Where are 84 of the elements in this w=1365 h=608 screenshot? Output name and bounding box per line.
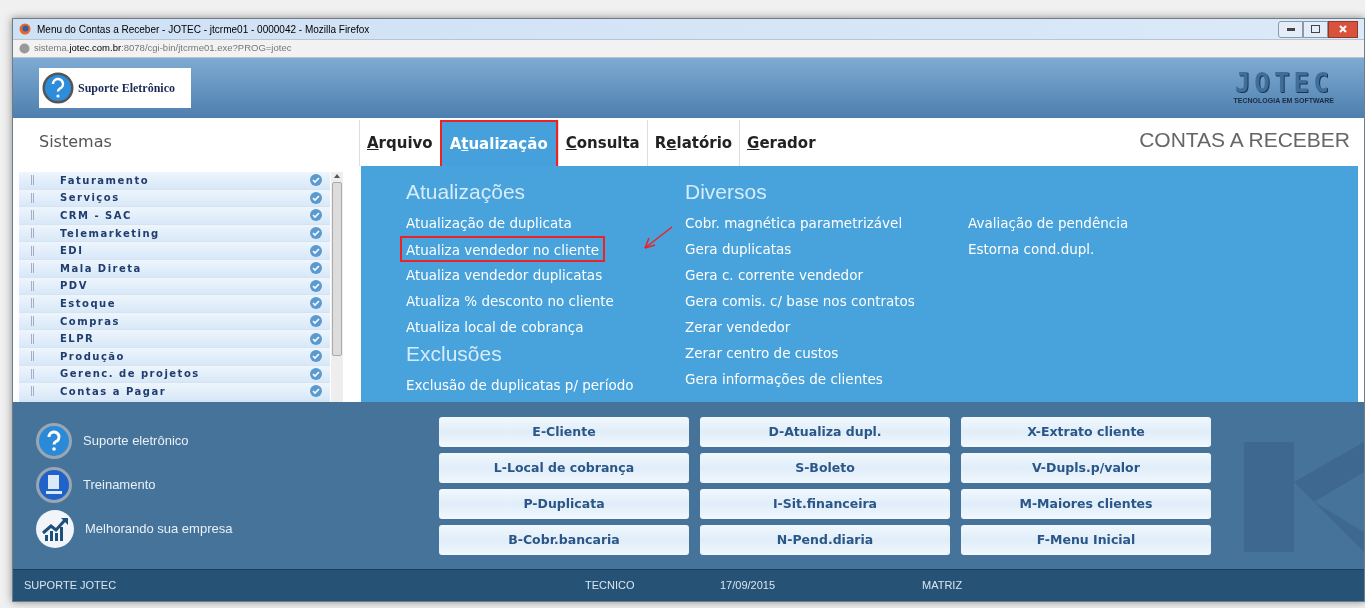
grip-icon xyxy=(31,245,34,256)
shortcut-button[interactable]: V-Dupls.p/valor xyxy=(961,453,1211,483)
close-icon xyxy=(1339,25,1347,33)
check-icon xyxy=(310,315,322,328)
grip-icon xyxy=(31,351,34,362)
page-title: CONTAS A RECEBER xyxy=(1139,127,1350,153)
sidebar-item[interactable]: Serviços xyxy=(19,189,330,207)
globe-icon xyxy=(19,43,30,54)
sidebar-title: Sistemas xyxy=(39,131,112,153)
section-heading: Exclusões xyxy=(406,341,503,367)
check-icon xyxy=(310,191,322,204)
shortcut-button[interactable]: I-Sit.financeira xyxy=(700,489,950,519)
grip-icon xyxy=(31,228,34,239)
maximize-icon xyxy=(1311,25,1320,33)
check-icon xyxy=(310,244,322,257)
check-icon xyxy=(310,279,322,292)
check-icon xyxy=(310,297,322,310)
sidebar-item[interactable]: Produção xyxy=(19,347,330,365)
grip-icon xyxy=(31,210,34,221)
sidebar-item[interactable]: Estoque xyxy=(19,295,330,312)
check-icon xyxy=(310,350,322,363)
sidebar-item[interactable]: Gerenc. de projetos xyxy=(19,365,330,383)
scroll-thumb[interactable] xyxy=(332,182,342,356)
shortcut-button[interactable]: D-Atualiza dupl. xyxy=(700,417,950,447)
address-bar[interactable]: sistema.jotec.com.br:8078/cgi-bin/jtcrme01.exe?PROG=jotec xyxy=(34,41,292,56)
help-icon xyxy=(35,422,73,460)
logo-text: JOTEC xyxy=(1234,69,1333,96)
maximize-button[interactable] xyxy=(1303,20,1328,38)
sidebar-item[interactable]: Mala Direta xyxy=(19,259,330,277)
sidebar-item[interactable]: Telemarketing xyxy=(19,224,330,242)
help-link[interactable]: Melhorando sua empresa xyxy=(85,519,233,539)
shortcut-button[interactable]: S-Boleto xyxy=(700,453,950,483)
grip-icon xyxy=(31,333,34,344)
help-icon xyxy=(42,71,74,105)
sidebar-item[interactable]: Compras xyxy=(19,312,330,330)
grip-icon xyxy=(31,386,34,397)
minimize-button[interactable] xyxy=(1278,20,1303,38)
grip-icon xyxy=(31,368,34,379)
sidebar-item[interactable]: PDV xyxy=(19,277,330,295)
shortcut-button[interactable]: L-Local de cobrança xyxy=(439,453,689,483)
shortcut-button[interactable]: E-Cliente xyxy=(439,417,689,447)
status-branch: MATRIZ xyxy=(922,578,963,594)
grip-icon xyxy=(31,263,34,274)
check-icon xyxy=(310,385,322,398)
support-label: Suporte Eletrônico xyxy=(78,80,175,97)
scroll-up-icon xyxy=(334,174,340,178)
document-icon xyxy=(35,466,73,504)
shortcut-button[interactable]: M-Maiores clientes xyxy=(961,489,1211,519)
sidebar-item[interactable]: Faturamento xyxy=(19,172,330,189)
window-title: Menu do Contas a Receber - JOTEC - jtcrme01 - 0000042 - Mozilla Firefox xyxy=(37,22,370,37)
grip-icon xyxy=(31,175,34,186)
sidebar-item[interactable]: Contas a Pagar xyxy=(19,383,330,400)
status-date: 17/09/2015 xyxy=(720,578,777,594)
scrollbar[interactable] xyxy=(331,172,343,402)
check-icon xyxy=(310,262,322,275)
check-icon xyxy=(310,209,322,222)
shortcut-button[interactable]: B-Cobr.bancaria xyxy=(439,525,689,555)
check-icon xyxy=(310,367,322,380)
section-heading: Diversos xyxy=(685,179,768,205)
shortcut-button[interactable]: P-Duplicata xyxy=(439,489,689,519)
status-user: TECNICO xyxy=(585,578,636,594)
section-heading: Atualizações xyxy=(406,179,527,205)
grip-icon xyxy=(31,192,34,203)
shortcut-button[interactable]: N-Pend.diaria xyxy=(700,525,950,555)
support-logo[interactable]: Suporte Eletrônico xyxy=(39,68,191,108)
check-icon xyxy=(310,227,322,240)
shortcut-button[interactable]: F-Menu Inicial xyxy=(961,525,1211,555)
minimize-icon xyxy=(1286,27,1295,31)
status-text: SUPORTE JOTEC xyxy=(24,578,118,594)
growth-chart-icon xyxy=(35,509,75,549)
help-link[interactable]: Treinamento xyxy=(83,475,156,495)
close-button[interactable] xyxy=(1328,20,1358,38)
sidebar-item[interactable]: ELPR xyxy=(19,330,330,347)
help-link[interactable]: Suporte eletrônico xyxy=(83,431,189,451)
check-icon xyxy=(310,174,322,187)
shortcut-button[interactable]: X-Extrato cliente xyxy=(961,417,1211,447)
grip-icon xyxy=(31,316,34,327)
grip-icon xyxy=(31,298,34,309)
grip-icon xyxy=(31,280,34,291)
sidebar-item[interactable]: EDI xyxy=(19,242,330,259)
firefox-icon xyxy=(19,23,31,35)
sidebar-item[interactable]: CRM - SAC xyxy=(19,207,330,224)
arrow-annotation xyxy=(643,226,673,250)
check-icon xyxy=(310,332,322,345)
